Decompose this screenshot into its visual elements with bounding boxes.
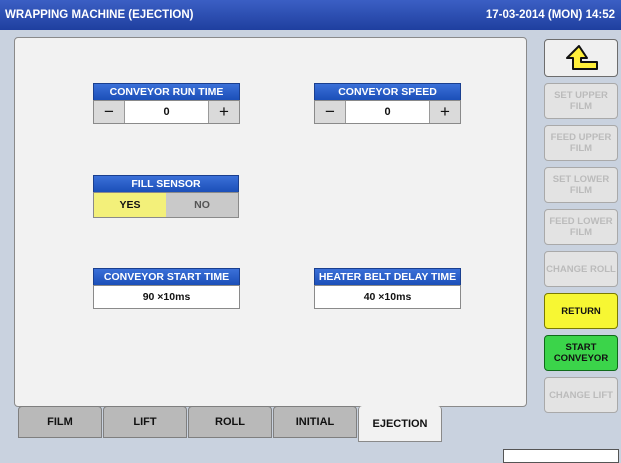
fill-sensor-widget: FILL SENSOR YES NO bbox=[93, 175, 239, 218]
conveyor-run-time-value[interactable]: 0 bbox=[124, 101, 209, 123]
tab-bar: FILM LIFT ROLL INITIAL EJECTION bbox=[18, 406, 443, 442]
conveyor-run-time-widget: CONVEYOR RUN TIME − 0 + bbox=[93, 83, 240, 124]
conveyor-speed-decrement-button[interactable]: − bbox=[315, 101, 345, 123]
conveyor-speed-stepper: − 0 + bbox=[314, 100, 461, 124]
heater-belt-delay-time-widget: HEATER BELT DELAY TIME 40 ×10ms bbox=[314, 268, 461, 309]
set-lower-film-button[interactable]: SET LOWER FILM bbox=[544, 167, 618, 203]
conveyor-start-time-value[interactable]: 90 ×10ms bbox=[93, 285, 240, 309]
conveyor-speed-increment-button[interactable]: + bbox=[430, 101, 460, 123]
fill-sensor-yes-option[interactable]: YES bbox=[94, 193, 166, 217]
status-box bbox=[503, 449, 619, 463]
fill-sensor-toggle: YES NO bbox=[93, 192, 239, 218]
conveyor-speed-widget: CONVEYOR SPEED − 0 + bbox=[314, 83, 461, 124]
conveyor-speed-label: CONVEYOR SPEED bbox=[314, 83, 461, 100]
tab-lift[interactable]: LIFT bbox=[103, 406, 187, 438]
change-lift-button[interactable]: CHANGE LIFT bbox=[544, 377, 618, 413]
datetime: 17-03-2014 (MON) 14:52 bbox=[485, 9, 615, 21]
tab-roll[interactable]: ROLL bbox=[188, 406, 272, 438]
feed-lower-film-button[interactable]: FEED LOWER FILM bbox=[544, 209, 618, 245]
return-arrow-icon bbox=[566, 45, 598, 70]
tab-initial[interactable]: INITIAL bbox=[273, 406, 357, 438]
conveyor-speed-value[interactable]: 0 bbox=[345, 101, 430, 123]
heater-belt-delay-time-value[interactable]: 40 ×10ms bbox=[314, 285, 461, 309]
conveyor-run-time-stepper: − 0 + bbox=[93, 100, 240, 124]
fill-sensor-label: FILL SENSOR bbox=[93, 175, 239, 192]
conveyor-run-time-increment-button[interactable]: + bbox=[209, 101, 239, 123]
change-roll-button[interactable]: CHANGE ROLL bbox=[544, 251, 618, 287]
screen-title: WRAPPING MACHINE (EJECTION) bbox=[5, 9, 194, 21]
feed-upper-film-button[interactable]: FEED UPPER FILM bbox=[544, 125, 618, 161]
title-bar: WRAPPING MACHINE (EJECTION) 17-03-2014 (… bbox=[0, 0, 621, 30]
tab-film[interactable]: FILM bbox=[18, 406, 102, 438]
conveyor-start-time-label: CONVEYOR START TIME bbox=[93, 268, 240, 285]
settings-panel: CONVEYOR RUN TIME − 0 + CONVEYOR SPEED −… bbox=[14, 37, 527, 407]
tab-ejection[interactable]: EJECTION bbox=[358, 406, 442, 442]
heater-belt-delay-time-label: HEATER BELT DELAY TIME bbox=[314, 268, 461, 285]
set-upper-film-button[interactable]: SET UPPER FILM bbox=[544, 83, 618, 119]
return-button[interactable]: RETURN bbox=[544, 293, 618, 329]
back-button[interactable] bbox=[544, 39, 618, 77]
conveyor-run-time-label: CONVEYOR RUN TIME bbox=[93, 83, 240, 100]
start-conveyor-button[interactable]: START CONVEYOR bbox=[544, 335, 618, 371]
conveyor-run-time-decrement-button[interactable]: − bbox=[94, 101, 124, 123]
conveyor-start-time-widget: CONVEYOR START TIME 90 ×10ms bbox=[93, 268, 240, 309]
fill-sensor-no-option[interactable]: NO bbox=[166, 193, 238, 217]
action-sidebar: SET UPPER FILM FEED UPPER FILM SET LOWER… bbox=[544, 39, 618, 419]
